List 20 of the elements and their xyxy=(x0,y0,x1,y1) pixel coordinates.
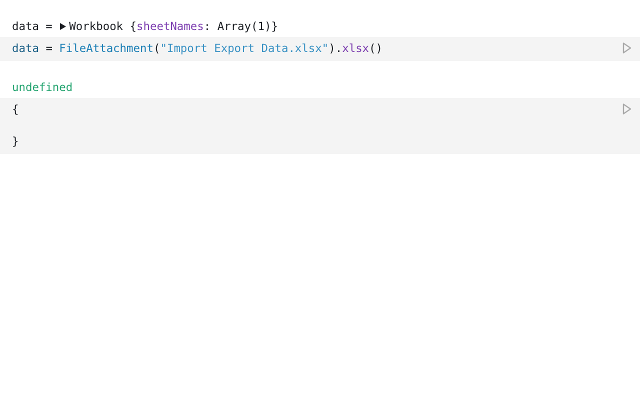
code-token: Workbook { xyxy=(69,20,137,33)
code-token: data = xyxy=(12,20,54,33)
code-token: : Array(1)} xyxy=(204,20,278,33)
code-token: sheetNames xyxy=(136,20,204,33)
code-token: () xyxy=(369,42,383,56)
code-token: undefined xyxy=(12,81,73,94)
code-token: ). xyxy=(328,42,342,56)
code-token: data xyxy=(12,42,39,56)
code-token: FileAttachment xyxy=(59,42,154,56)
code-token: { xyxy=(12,103,19,117)
run-icon[interactable] xyxy=(622,42,632,54)
code-token: } xyxy=(12,135,19,149)
code-token: = xyxy=(44,42,54,56)
code-token: xlsx xyxy=(342,42,370,56)
code-cell[interactable]: { } xyxy=(0,98,640,154)
run-icon[interactable] xyxy=(622,103,632,115)
code-cell[interactable]: data = FileAttachment("Import Export Data.xlsx").xlsx() xyxy=(0,37,640,61)
code-token: ( xyxy=(153,42,160,56)
disclosure-triangle-icon[interactable] xyxy=(60,23,66,30)
code-token: "Import Export Data.xlsx" xyxy=(160,42,329,56)
